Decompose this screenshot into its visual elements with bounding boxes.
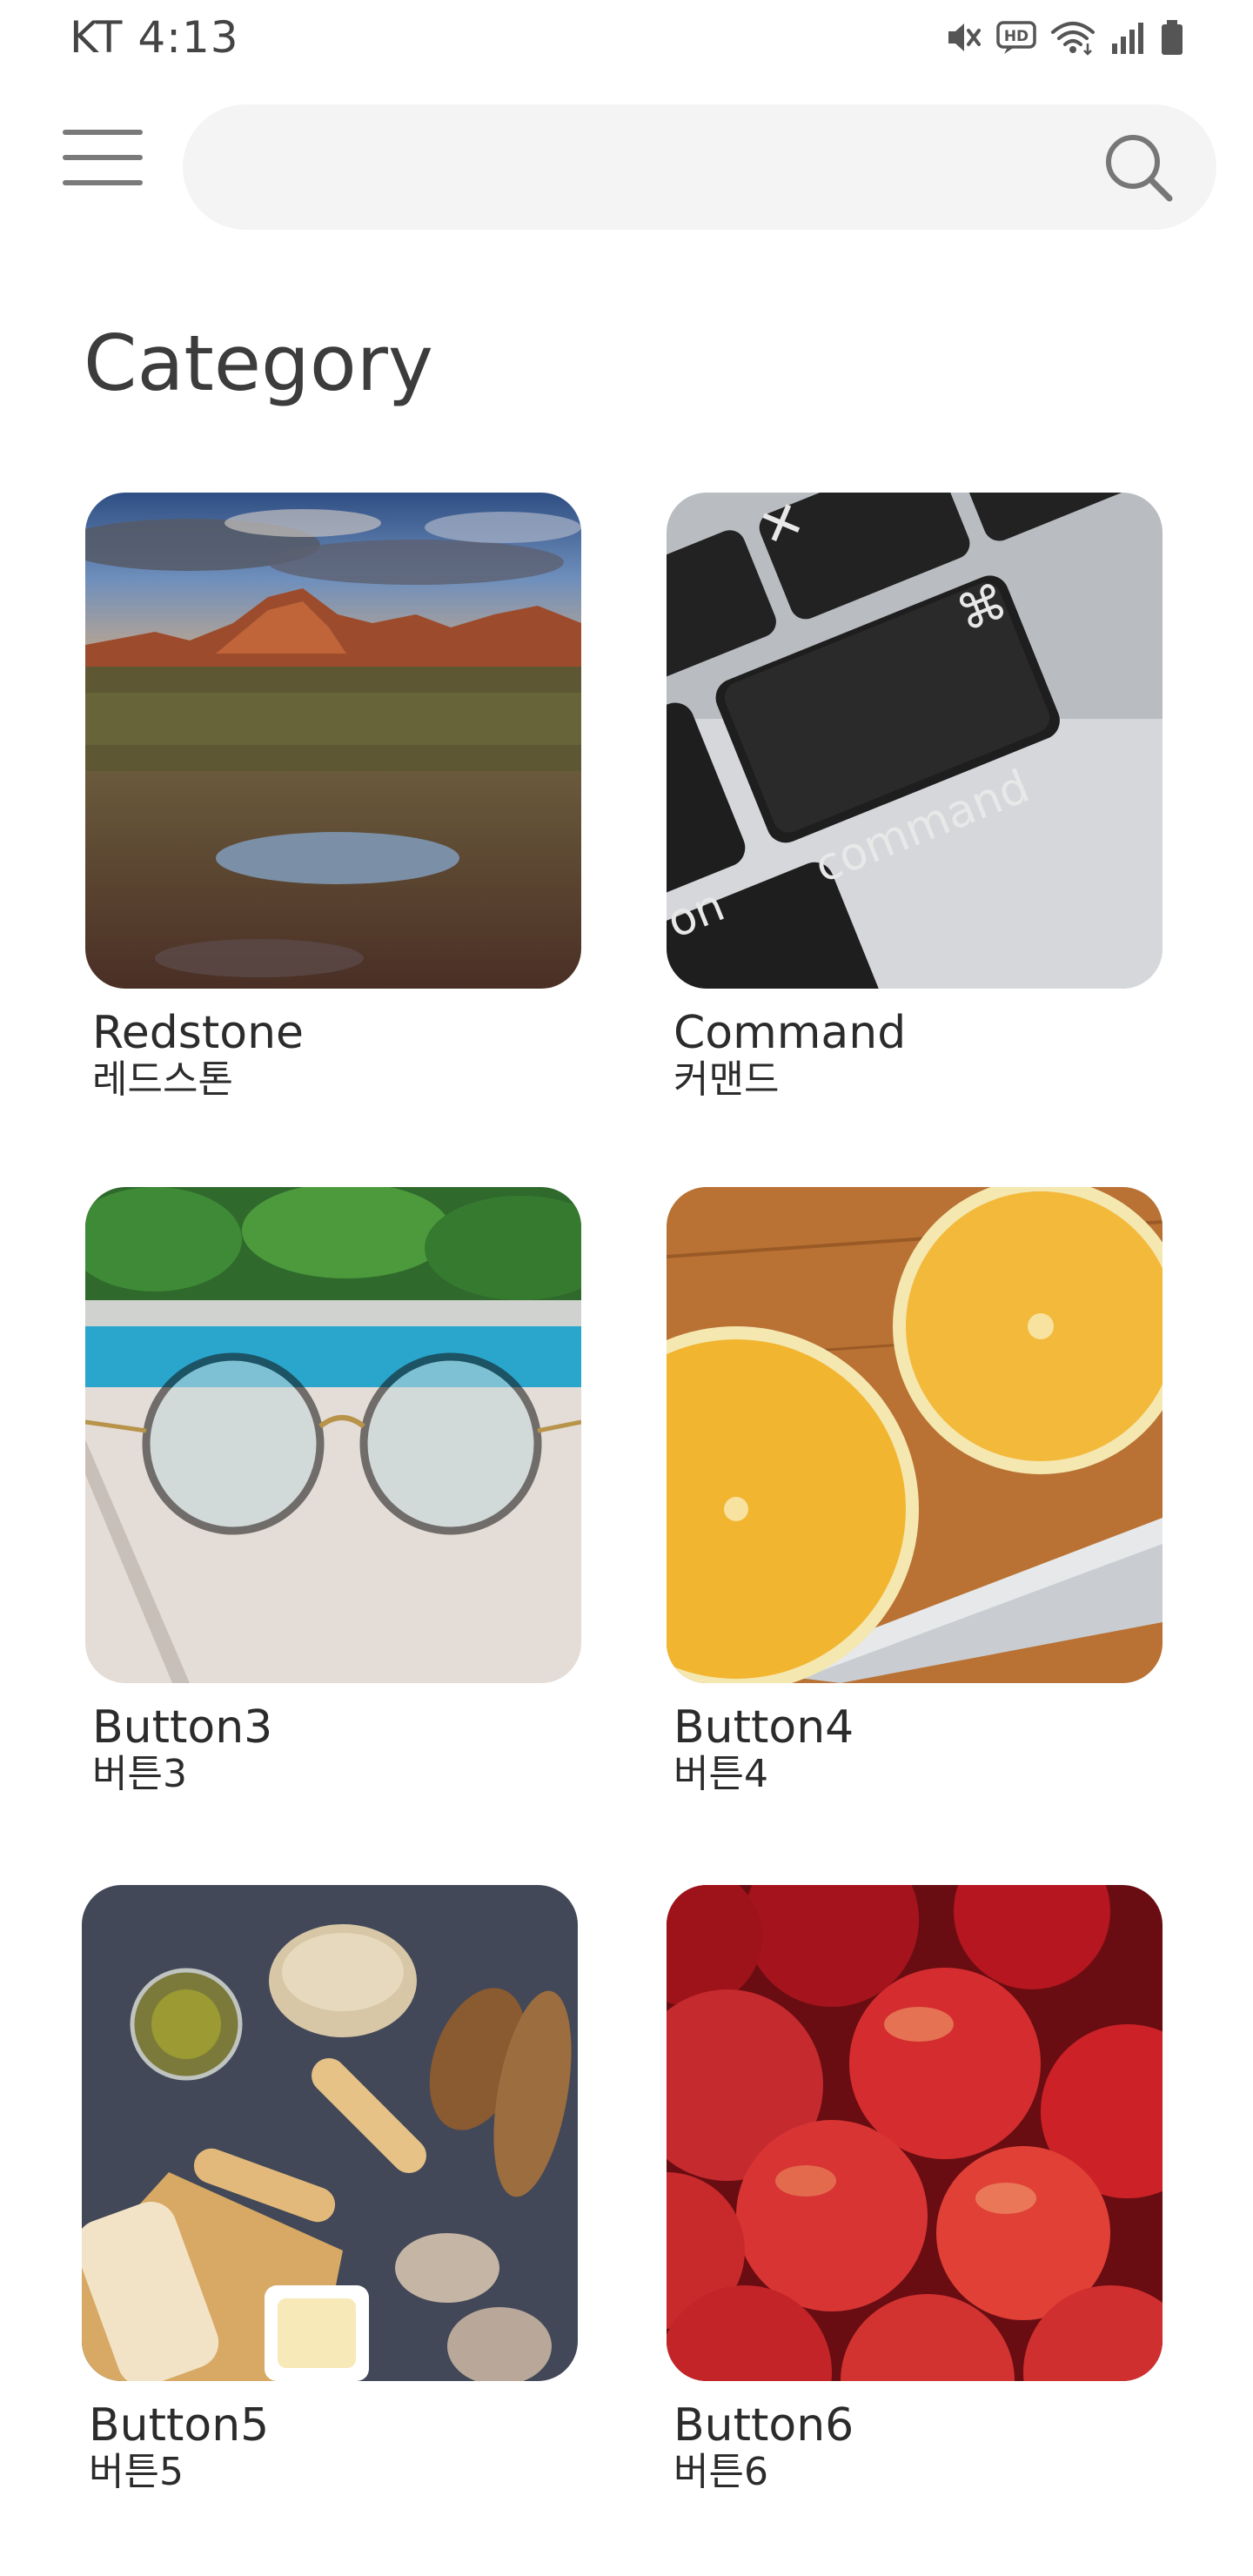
category-image-command[interactable]: command ⌘ ✕ on — [667, 493, 1163, 989]
category-card-button5[interactable]: Button5 버튼5 — [82, 1885, 578, 2494]
category-label: Button5 — [89, 2399, 270, 2452]
search-icon[interactable] — [1096, 125, 1180, 209]
search-bar — [183, 104, 1216, 231]
category-card-command[interactable]: command ⌘ ✕ on Command 커맨드 — [667, 493, 1163, 1102]
mute-icon — [943, 17, 983, 57]
menu-button[interactable] — [61, 124, 144, 195]
category-card-button3[interactable]: Button3 버튼3 — [85, 1187, 581, 1796]
category-sublabel: 레드스톤 — [92, 1057, 233, 1102]
status-bar: KT 4:13 HD — [0, 0, 1253, 75]
category-image-button5[interactable] — [82, 1885, 578, 2381]
category-image-button4[interactable] — [667, 1187, 1163, 1683]
page-title: Category — [84, 319, 433, 408]
category-label: Button3 — [92, 1701, 273, 1754]
status-carrier-time: KT 4:13 — [70, 12, 239, 63]
category-sublabel: 커맨드 — [673, 1057, 780, 1102]
hamburger-menu-icon — [63, 126, 143, 192]
hd-label: HD — [1004, 28, 1029, 45]
wifi-icon — [1049, 17, 1096, 57]
category-label: Redstone — [92, 1007, 305, 1059]
status-icons: HD — [943, 16, 1185, 59]
category-card-button4[interactable]: Button4 버튼4 — [667, 1187, 1163, 1796]
category-image-redstone[interactable] — [85, 493, 581, 989]
category-sublabel: 버튼5 — [89, 2450, 184, 2494]
category-label: Button6 — [673, 2399, 854, 2452]
category-label: Button4 — [673, 1701, 854, 1754]
category-image-button6[interactable] — [667, 1885, 1163, 2381]
category-image-button3[interactable] — [85, 1187, 581, 1683]
category-card-button6[interactable]: Button6 버튼6 — [667, 1885, 1163, 2494]
battery-icon — [1159, 17, 1185, 57]
category-sublabel: 버튼3 — [92, 1752, 187, 1796]
category-label: Command — [673, 1007, 907, 1059]
category-card-redstone[interactable]: Redstone 레드스톤 — [85, 493, 581, 1102]
search-input[interactable] — [183, 104, 1096, 231]
hd-voice-icon: HD — [995, 17, 1037, 57]
signal-icon — [1109, 17, 1147, 57]
category-sublabel: 버튼6 — [673, 2450, 768, 2494]
category-sublabel: 버튼4 — [673, 1752, 768, 1796]
